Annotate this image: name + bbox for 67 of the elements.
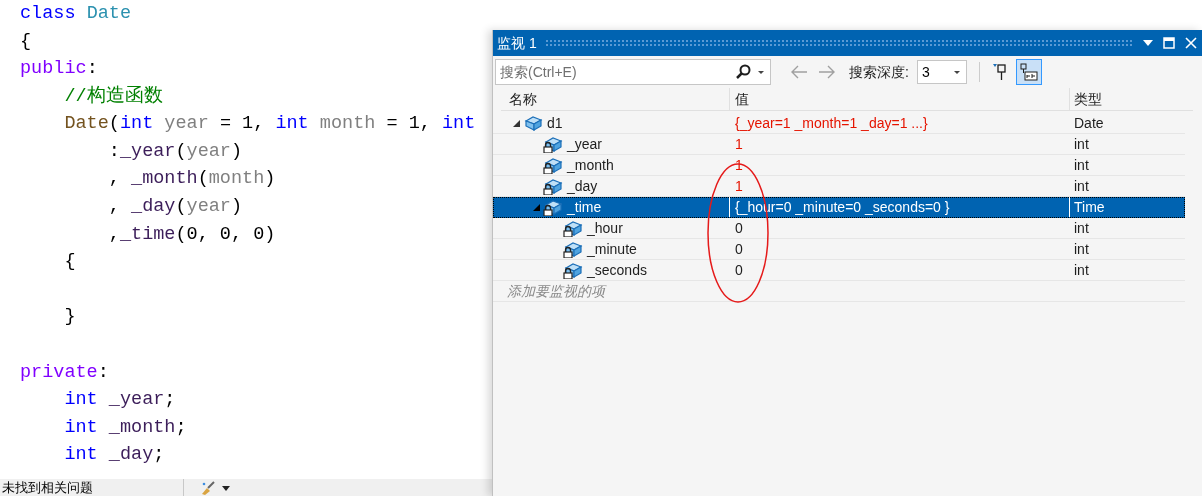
- watch-row[interactable]: _year 1 int: [493, 134, 1185, 155]
- window-title: 监视 1: [497, 33, 537, 53]
- pin-icon[interactable]: [991, 63, 1008, 81]
- variable-type: Date: [1074, 113, 1104, 133]
- watch-row[interactable]: _hour 0 int: [493, 218, 1185, 239]
- locked-field-icon: [543, 177, 563, 195]
- locked-field-icon: [543, 135, 563, 153]
- code-line: , _day(year): [107, 195, 243, 220]
- variable-type: int: [1074, 218, 1089, 238]
- locked-field-icon: [563, 261, 583, 279]
- variable-value: {_year=1 _month=1 _day=1 ...}: [735, 113, 928, 133]
- code-line: , _month(month): [107, 167, 276, 192]
- watch-row[interactable]: _seconds 0 int: [493, 260, 1185, 281]
- column-header[interactable]: 名称: [501, 88, 729, 110]
- locked-field-icon: [563, 240, 583, 258]
- caret-icon[interactable]: [756, 68, 766, 76]
- variable-name: _seconds: [587, 260, 647, 280]
- code-line: }: [63, 305, 76, 330]
- variable-name: _hour: [587, 218, 623, 238]
- variable-value: 1: [735, 176, 743, 196]
- code-line: int _day;: [63, 443, 165, 468]
- close-icon[interactable]: [1184, 36, 1198, 50]
- code-line: //构造函数: [63, 84, 163, 109]
- variable-type: int: [1074, 134, 1089, 154]
- locked-field-icon: [563, 219, 583, 237]
- variable-type: int: [1074, 155, 1089, 175]
- maximize-icon[interactable]: [1162, 36, 1176, 50]
- pin-value-toggle[interactable]: [1015, 59, 1042, 85]
- search-depth-label: 搜索深度:: [849, 62, 909, 82]
- object-icon: [523, 114, 543, 132]
- code-line: private:: [20, 360, 109, 385]
- variable-name: d1: [547, 113, 563, 133]
- code-line: int _month;: [63, 415, 187, 440]
- code-line: class Date: [20, 1, 132, 26]
- pinned-field-icon: [1019, 63, 1038, 81]
- variable-value: 0: [735, 239, 743, 259]
- variable-type: Time: [1074, 197, 1105, 217]
- variable-type: int: [1074, 260, 1089, 280]
- search-icon[interactable]: [735, 64, 753, 80]
- variable-name: _month: [567, 155, 614, 175]
- variable-name: _year: [567, 134, 603, 154]
- variable-name: _day: [567, 176, 598, 196]
- code-line: int _year;: [63, 388, 176, 413]
- variable-type: int: [1074, 239, 1089, 259]
- variable-value: 0: [735, 260, 743, 280]
- variable-name: _minute: [587, 239, 637, 259]
- code-line: :_year(year): [107, 139, 243, 164]
- search-depth-dropdown[interactable]: 3: [916, 60, 967, 84]
- code-line: {: [20, 29, 32, 54]
- code-line: ,_time(0, 0, 0): [107, 222, 276, 247]
- column-header[interactable]: 值: [729, 88, 1069, 110]
- dropdown-icon[interactable]: [1142, 38, 1154, 48]
- search-field[interactable]: 搜索(Ctrl+E): [495, 59, 771, 85]
- code-line: public:: [20, 57, 98, 82]
- variable-value: 0: [735, 218, 743, 238]
- status-message: 未找到相关问题: [1, 478, 94, 496]
- watch-row[interactable]: _minute 0 int: [493, 239, 1185, 260]
- variable-value: 1: [735, 134, 743, 154]
- code-line: Date(int year = 1, int month = 1, int: [63, 112, 476, 137]
- expanded-triangle-icon[interactable]: [512, 119, 520, 127]
- code-line: {: [63, 250, 76, 275]
- locked-field-icon: [543, 156, 563, 174]
- column-header[interactable]: 类型: [1069, 88, 1193, 110]
- watch-row[interactable]: d1 {_year=1 _month=1 _day=1 ...} Date: [493, 113, 1185, 134]
- locked-field-icon: [543, 198, 563, 216]
- variable-type: int: [1074, 176, 1089, 196]
- variable-name: _time: [567, 197, 602, 217]
